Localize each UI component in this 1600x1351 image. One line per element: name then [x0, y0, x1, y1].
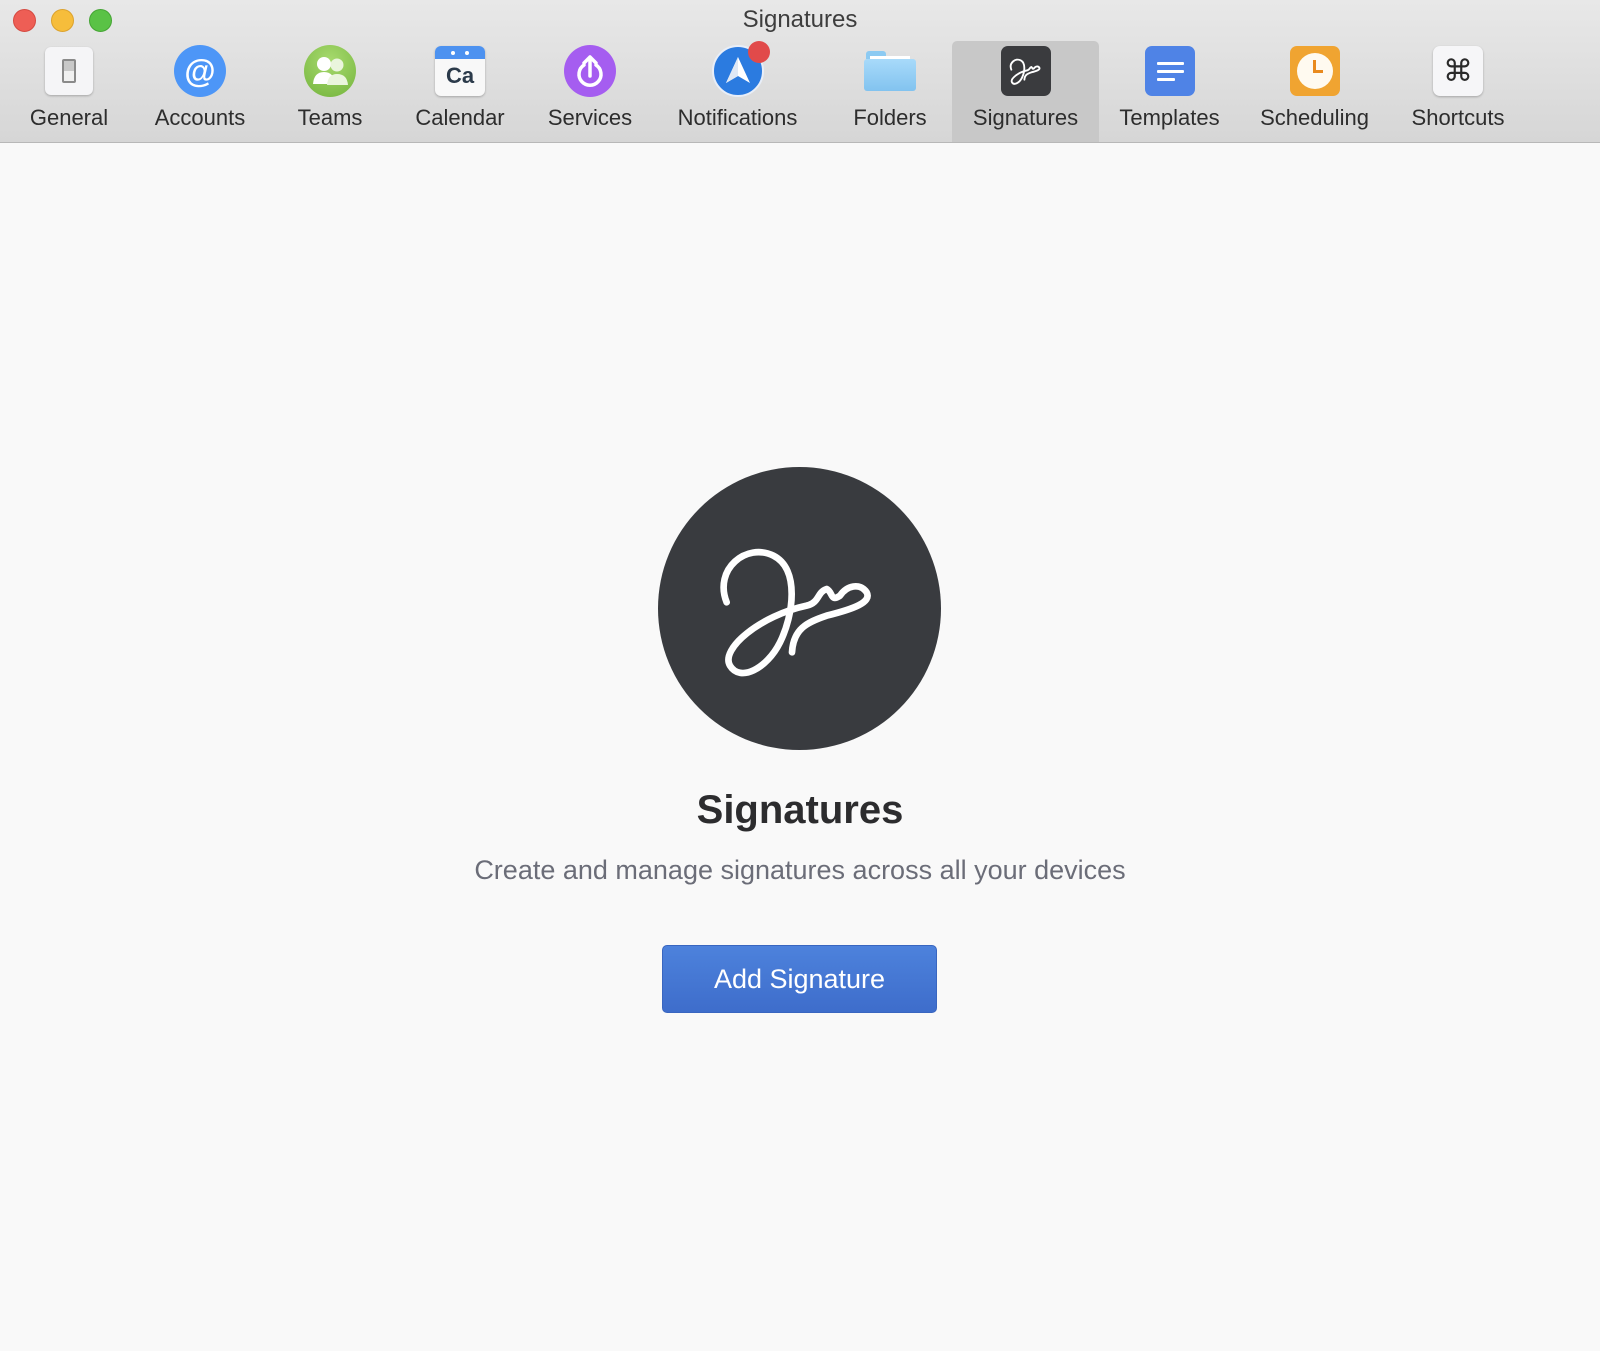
notification-badge	[747, 41, 770, 63]
tab-shortcuts[interactable]: ⌘ Shortcuts	[1402, 41, 1514, 142]
tab-label: Shortcuts	[1411, 105, 1505, 130]
signature-hero-icon	[658, 467, 941, 750]
empty-state-heading: Signatures	[696, 788, 904, 832]
calendar-icon: Ca	[435, 46, 485, 96]
switch-icon	[45, 47, 93, 95]
tab-label: Calendar	[415, 105, 505, 130]
power-upload-icon	[564, 45, 616, 97]
tab-label: Services	[547, 105, 633, 130]
tab-label: Notifications	[677, 105, 798, 130]
tab-label: Teams	[297, 105, 363, 130]
tab-templates[interactable]: Templates	[1112, 41, 1227, 142]
tab-label: Templates	[1119, 105, 1220, 130]
signature-icon	[1000, 46, 1051, 96]
tab-folders[interactable]: Folders	[840, 41, 940, 142]
tab-teams[interactable]: Teams	[285, 41, 375, 142]
tab-signatures[interactable]: Signatures	[952, 41, 1099, 142]
preferences-toolbar: General @ Accounts Teams Ca Calendar Ser…	[0, 41, 1600, 142]
add-signature-button[interactable]: Add Signature	[662, 945, 937, 1013]
tab-services[interactable]: Services	[540, 41, 640, 142]
tab-general[interactable]: General	[18, 41, 120, 142]
tab-scheduling[interactable]: Scheduling	[1252, 41, 1377, 142]
tab-label: Folders	[853, 105, 927, 130]
clock-icon	[1289, 46, 1340, 96]
tab-label: Scheduling	[1260, 105, 1369, 130]
tab-label: General	[29, 105, 109, 130]
at-sign-icon: @	[174, 45, 226, 97]
signatures-empty-state: Signatures Create and manage signatures …	[0, 143, 1600, 1351]
title-bar: Signatures General @ Accounts Teams Ca C…	[0, 0, 1600, 143]
text-lines-icon	[1144, 46, 1195, 96]
empty-state-description: Create and manage signatures across all …	[474, 855, 1126, 885]
window-title: Signatures	[742, 6, 858, 33]
tab-label: Accounts	[154, 105, 246, 130]
folder-icon	[864, 51, 916, 91]
tab-accounts[interactable]: @ Accounts	[145, 41, 255, 142]
command-key-icon: ⌘	[1433, 46, 1483, 96]
tab-calendar[interactable]: Ca Calendar	[405, 41, 515, 142]
tab-notifications[interactable]: Notifications	[665, 41, 810, 142]
tab-label: Signatures	[972, 105, 1079, 130]
people-icon	[304, 45, 356, 97]
